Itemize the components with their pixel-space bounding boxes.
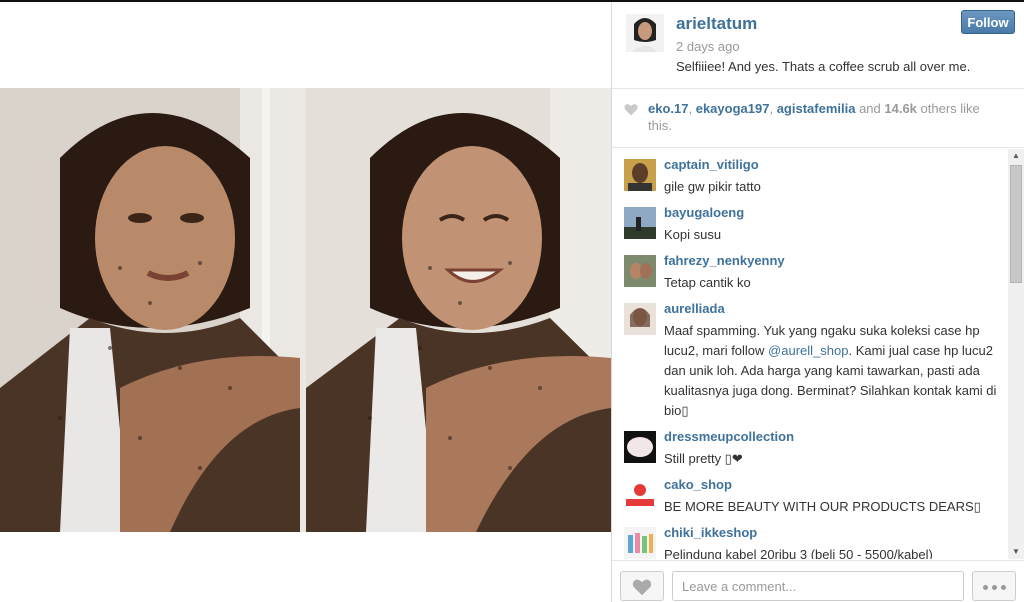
scroll-up-arrow-icon[interactable]: ▲ [1008, 149, 1024, 163]
owner-username[interactable]: arieltatum [676, 14, 757, 34]
comment-username[interactable]: chiki_ikkeshop [664, 525, 757, 540]
comment-username[interactable]: bayugaloeng [664, 205, 744, 220]
dot-icon [992, 585, 997, 590]
heart-icon [624, 104, 638, 116]
heart-icon [632, 579, 652, 596]
owner-avatar[interactable] [626, 14, 664, 52]
commenter-avatar[interactable] [624, 527, 656, 559]
comment-text: BE MORE BEAUTY WITH OUR PRODUCTS DEARS▯ [664, 499, 981, 514]
comment-text: Still pretty ▯❤ [664, 451, 743, 466]
comment-text: Pelindung kabel 20ribu 3 (beli 50 - 5500… [664, 547, 933, 559]
commenter-avatar[interactable] [624, 207, 656, 239]
post-header: arieltatum 2 days ago Selfiiiee! And yes… [612, 2, 1024, 89]
follow-button[interactable]: Follow [961, 10, 1015, 34]
comment-text: gile gw pikir tatto [664, 179, 761, 194]
liker-link[interactable]: eko.17 [648, 101, 688, 116]
comment-username[interactable]: captain_vitiligo [664, 157, 759, 172]
comment-username[interactable]: dressmeupcollection [664, 429, 794, 444]
comments-scrollbar[interactable]: ▲ ▼ [1008, 149, 1024, 559]
comment-text: Tetap cantik ko [664, 275, 751, 290]
post-details-panel: arieltatum 2 days ago Selfiiiee! And yes… [611, 2, 1024, 602]
scroll-down-arrow-icon[interactable]: ▼ [1008, 545, 1024, 559]
comment-footer [612, 560, 1024, 602]
liker-link[interactable]: ekayoga197 [696, 101, 770, 116]
commenter-avatar[interactable] [624, 159, 656, 191]
liker-link[interactable]: agistafemilia [777, 101, 856, 116]
commenter-avatar[interactable] [624, 303, 656, 335]
comment-username[interactable]: aurelliada [664, 301, 725, 316]
more-options-button[interactable] [972, 571, 1016, 601]
like-button[interactable] [620, 571, 664, 601]
mention-link[interactable]: @aurell_shop [768, 343, 848, 358]
post-media [0, 2, 611, 602]
comment-text: Kopi susu [664, 227, 722, 242]
likes-section: eko.17, ekayoga197, agistafemilia and 14… [612, 90, 1024, 148]
dot-icon [1001, 585, 1006, 590]
commenter-avatar[interactable] [624, 255, 656, 287]
comment-username[interactable]: cako_shop [664, 477, 732, 492]
comment-text: Maaf spamming. Yuk yang ngaku suka kolek… [664, 323, 997, 418]
post-photo[interactable] [0, 88, 611, 532]
dot-icon [983, 585, 988, 590]
post-caption: Selfiiiee! And yes. Thats a coffee scrub… [676, 59, 971, 74]
commenter-avatar[interactable] [624, 431, 656, 463]
likes-text: eko.17, ekayoga197, agistafemilia and 14… [648, 101, 980, 133]
comments-list: captain_vitiligo gile gw pikir tatto bay… [612, 149, 1007, 559]
selfie-image [0, 88, 611, 532]
post-timestamp[interactable]: 2 days ago [676, 39, 740, 54]
likes-count[interactable]: 14.6k [884, 101, 917, 116]
scroll-thumb[interactable] [1010, 165, 1022, 283]
comment-input[interactable] [672, 571, 964, 601]
commenter-avatar[interactable] [624, 479, 656, 511]
comment-username[interactable]: fahrezy_nenkyenny [664, 253, 785, 268]
